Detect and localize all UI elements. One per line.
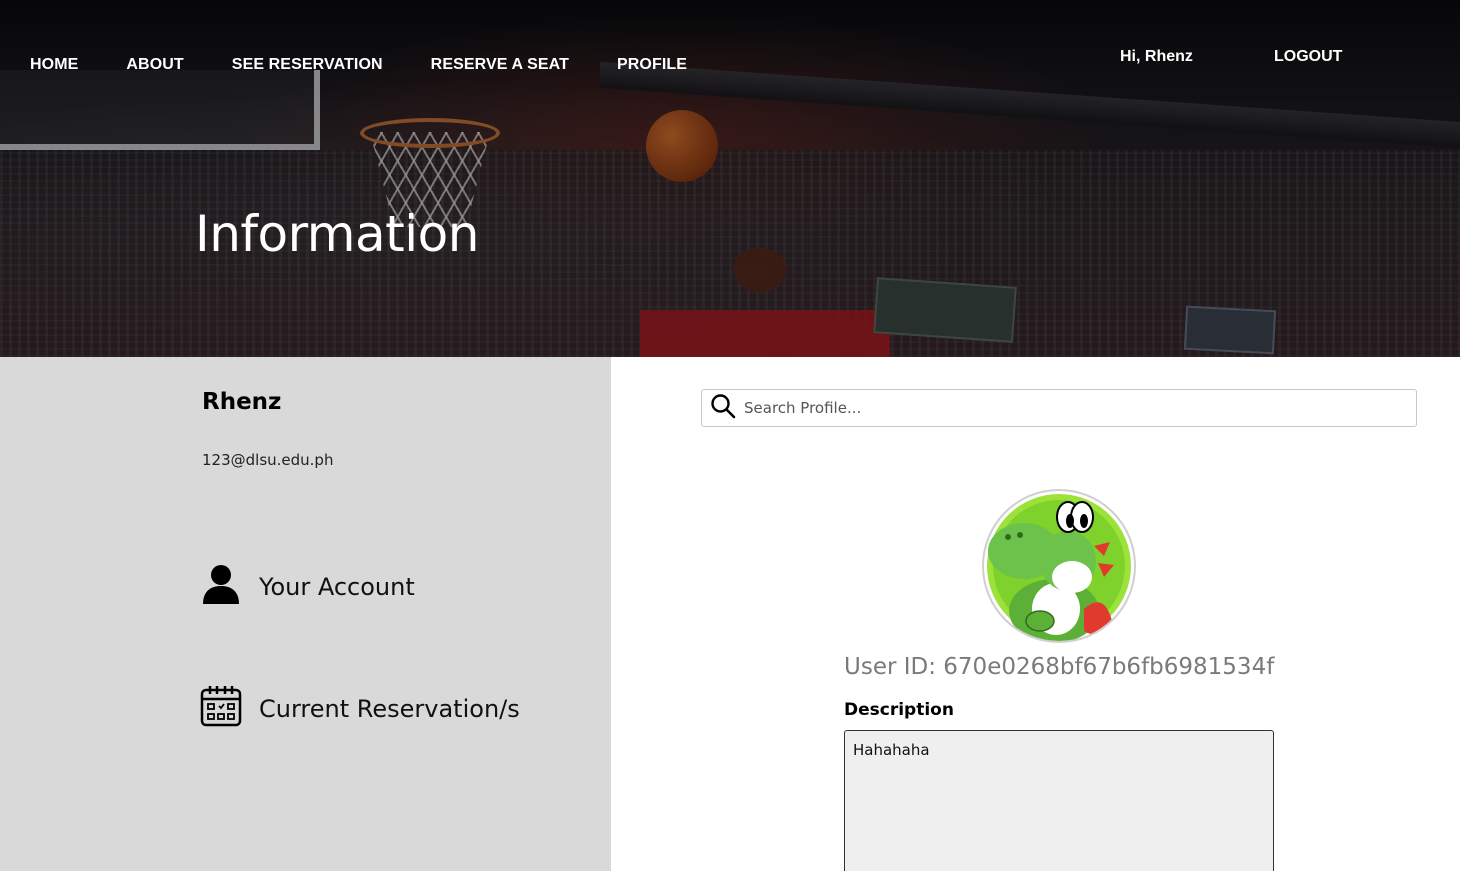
- description-label: Description: [844, 700, 954, 720]
- hero-banner: HOME ABOUT SEE RESERVATION RESERVE A SEA…: [0, 0, 1460, 357]
- search-bar: [701, 389, 1417, 427]
- sidebar-item-label: Your Account: [259, 572, 415, 601]
- profile-avatar: [982, 489, 1136, 643]
- description-field[interactable]: Hahahaha: [844, 730, 1274, 871]
- hero-overlay: [0, 0, 1460, 357]
- main-nav: HOME ABOUT SEE RESERVATION RESERVE A SEA…: [30, 55, 735, 75]
- profile-name: Rhenz: [202, 389, 282, 415]
- nav-see-reservation[interactable]: SEE RESERVATION: [232, 55, 383, 75]
- search-input[interactable]: [744, 399, 1394, 417]
- profile-sidebar: Rhenz 123@dlsu.edu.ph Your Account Curre…: [0, 357, 611, 871]
- nav-profile[interactable]: PROFILE: [617, 55, 687, 75]
- yoshi-avatar-icon: [987, 494, 1131, 641]
- nav-reserve-seat[interactable]: RESERVE A SEAT: [431, 55, 569, 75]
- page-title: Information: [195, 205, 479, 263]
- sidebar-item-current-reservations[interactable]: Current Reservation/s: [200, 685, 520, 732]
- nav-about[interactable]: ABOUT: [126, 55, 183, 75]
- user-id-text: User ID: 670e0268bf67b6fb6981534f: [844, 654, 1275, 680]
- sidebar-item-label: Current Reservation/s: [259, 694, 520, 723]
- user-greeting: Hi, Rhenz: [1120, 48, 1193, 65]
- search-icon: [702, 393, 736, 424]
- sidebar-item-your-account[interactable]: Your Account: [200, 563, 415, 610]
- logout-button[interactable]: LOGOUT: [1274, 48, 1342, 66]
- profile-email: 123@dlsu.edu.ph: [202, 451, 334, 469]
- nav-home[interactable]: HOME: [30, 55, 78, 75]
- person-icon: [200, 563, 242, 610]
- calendar-icon: [200, 685, 242, 732]
